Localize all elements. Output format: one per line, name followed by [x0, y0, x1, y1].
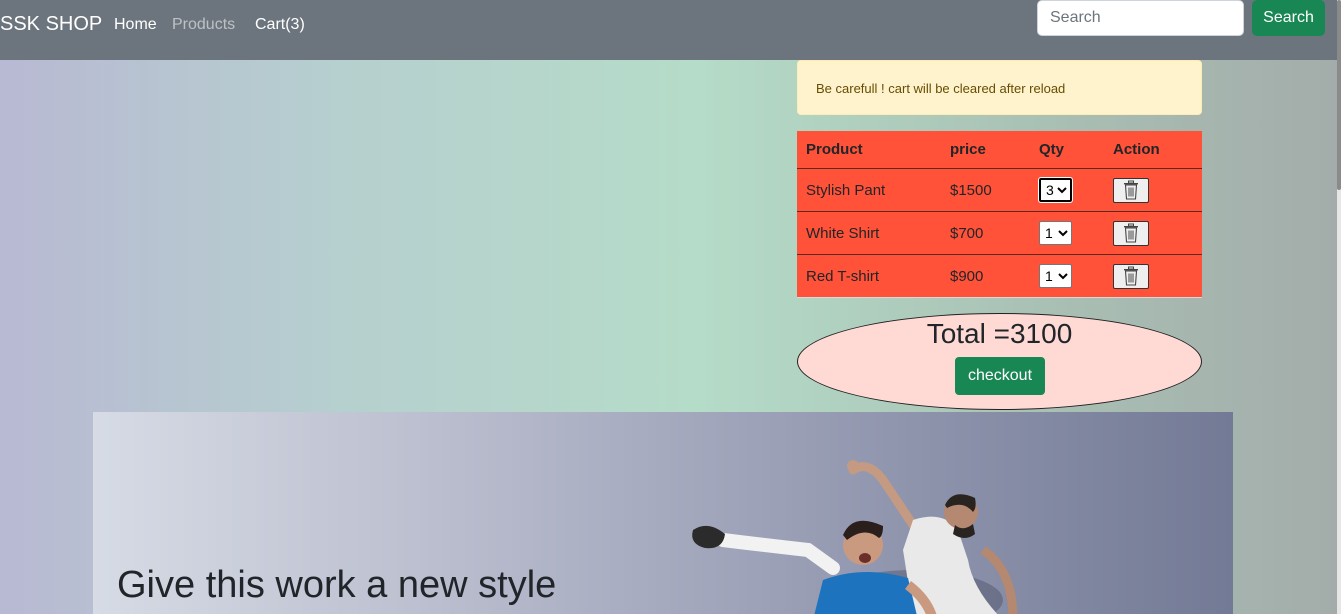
column-header-qty: Qty [1030, 131, 1104, 169]
cart-total: Total =3100 [926, 318, 1073, 349]
column-header-action: Action [1104, 131, 1202, 169]
page-scrollbar[interactable] [1337, 0, 1341, 614]
qty-cell: 3 [1030, 168, 1104, 212]
product-price: $700 [941, 211, 1030, 255]
product-name: Stylish Pant [797, 168, 941, 212]
qty-cell: 1 [1030, 211, 1104, 255]
hero-banner: Give this work a new style [93, 412, 1233, 614]
qty-select[interactable]: 3 [1038, 177, 1073, 203]
action-cell [1104, 211, 1202, 255]
cart-total-panel: Total =3100 checkout [797, 313, 1202, 410]
table-row: White Shirt $700 1 [797, 211, 1202, 255]
trash-icon [1124, 180, 1138, 200]
cart-table: Product price Qty Action Stylish Pant $1… [797, 131, 1202, 298]
product-price: $1500 [941, 168, 1030, 212]
nav-link-home[interactable]: Home [114, 16, 157, 34]
football-players-image [692, 460, 1018, 614]
scrollbar-thumb[interactable] [1337, 0, 1341, 190]
qty-select[interactable]: 1 [1039, 264, 1072, 288]
table-row: Stylish Pant $1500 3 [797, 168, 1202, 212]
action-cell [1104, 168, 1202, 212]
qty-select[interactable]: 1 [1039, 221, 1072, 245]
delete-button[interactable] [1113, 263, 1149, 289]
nav-link-cart[interactable]: Cart(3) [255, 16, 305, 34]
trash-icon [1124, 223, 1138, 243]
product-name: Red T-shirt [797, 254, 941, 298]
qty-cell: 1 [1030, 254, 1104, 298]
brand-logo[interactable]: SSK SHOP [0, 13, 102, 36]
nav-link-products[interactable]: Products [172, 16, 235, 34]
product-name: White Shirt [797, 211, 941, 255]
search-button[interactable]: Search [1252, 0, 1325, 36]
trash-icon [1124, 266, 1138, 286]
delete-button[interactable] [1113, 220, 1149, 246]
table-header-row: Product price Qty Action [797, 131, 1202, 169]
action-cell [1104, 254, 1202, 298]
hero-title: Give this work a new style [117, 564, 557, 606]
column-header-product: Product [797, 131, 941, 169]
search-input[interactable] [1037, 0, 1244, 36]
table-row: Red T-shirt $900 1 [797, 254, 1202, 298]
checkout-button[interactable]: checkout [955, 357, 1045, 395]
cart-warning-alert: Be carefull ! cart will be cleared after… [797, 60, 1202, 115]
navbar: SSK SHOP Home Products Cart(3) Search [0, 0, 1341, 60]
product-price: $900 [941, 254, 1030, 298]
delete-button[interactable] [1113, 177, 1149, 203]
column-header-price: price [941, 131, 1030, 169]
